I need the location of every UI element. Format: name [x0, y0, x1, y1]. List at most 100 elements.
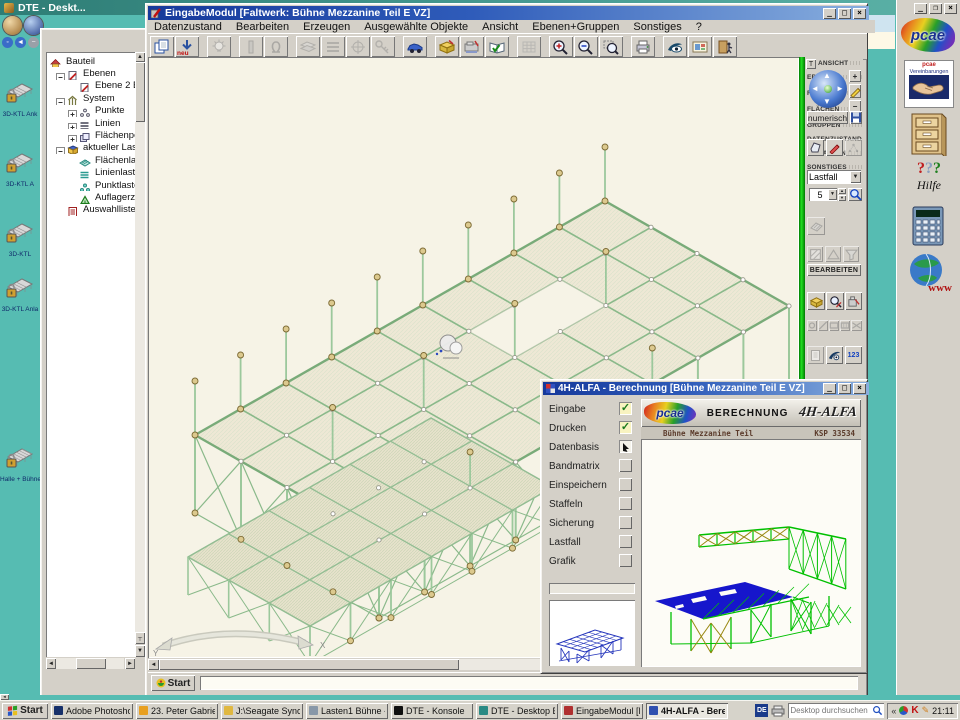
folie-spin-down-icon[interactable]: ▼ [838, 195, 846, 201]
menu-4[interactable]: Ausgewählte Objekte [364, 21, 468, 33]
sonstiges-ansicht-button[interactable] [826, 346, 843, 364]
tree-item-bauteil[interactable]: Bauteil [48, 55, 135, 67]
taskbar-task-1[interactable]: Adobe Photoshop CS3 E... [51, 703, 133, 719]
tree-expand-icon[interactable] [56, 69, 65, 78]
step-checkbox-eingabe[interactable]: ✓ [619, 402, 632, 415]
panel-pin-button[interactable]: T [806, 59, 816, 69]
tray-pencil-icon[interactable]: ✎ [922, 705, 930, 716]
beenden-icon[interactable] [713, 36, 737, 57]
sonstiges-nummern-button[interactable]: 123 [845, 346, 862, 364]
menu-5[interactable]: Ansicht [482, 21, 518, 33]
dte-close-button[interactable]: × [944, 3, 957, 14]
tree-hscroll-thumb[interactable] [76, 658, 106, 669]
pruefbuch-icon[interactable] [485, 36, 509, 57]
tree-expand-icon[interactable] [56, 143, 65, 152]
rotate-down-icon[interactable]: ▼ [823, 97, 831, 106]
fahrmodus-icon[interactable] [403, 36, 427, 57]
tree-scroll-split-button[interactable]: ┬ [135, 632, 145, 644]
em-titlebar[interactable]: EingabeModul [Faltwerk: Bühne Mezzanine … [148, 6, 869, 20]
dte-nav-back-icon[interactable]: ◄ [15, 37, 26, 48]
tree-view[interactable]: BauteilEbenenEbene 2 BühneSystemPunkteLi… [46, 52, 135, 657]
hilfe-icon[interactable]: ??? Hilfe [906, 160, 952, 202]
menu-1[interactable]: Datenzustand [154, 21, 222, 33]
alfa-minimize-button[interactable]: _ [823, 383, 836, 394]
menu-2[interactable]: Bearbeiten [236, 21, 289, 33]
tree-scroll-up-button[interactable]: ▲ [135, 52, 145, 62]
view-rotate-pad[interactable]: ▲ ▼ ◄ ► [809, 70, 847, 108]
desktop-icon-3[interactable]: 3D-KTL [0, 220, 40, 258]
taskbar-task-2[interactable]: 23. Peter Gabriel - Don't ... [136, 703, 218, 719]
tree-item-aktueller-lastfall[interactable]: aktueller Lastfall [48, 142, 135, 154]
desktop-icon-1[interactable]: 3D-KTL Ank [0, 80, 40, 118]
tree-item-ebenen[interactable]: Ebenen [48, 67, 135, 79]
datenzustand-check-button[interactable] [826, 292, 844, 310]
calculator-icon[interactable] [911, 206, 945, 246]
tree-item-punktlasten[interactable]: Punktlasten [48, 179, 135, 191]
rotate-center-dot[interactable] [824, 85, 832, 93]
zoom-plus-button[interactable]: + [849, 70, 861, 82]
canvas-scroll-left-button[interactable]: ◄ [148, 659, 159, 670]
step-checkbox-grafik[interactable] [619, 554, 632, 567]
datenzustand-kopieren-icon[interactable] [150, 36, 174, 57]
step-checkbox-bandmatrix[interactable] [619, 459, 632, 472]
datenzustand-open-button[interactable] [807, 292, 825, 310]
search-magnifier-icon[interactable] [872, 705, 883, 716]
ebene-polygon-button[interactable] [807, 139, 824, 156]
tree-item-linien[interactable]: Linien [48, 117, 135, 129]
dte-nav-stop-icon[interactable]: − [28, 37, 39, 48]
printer-tray-icon[interactable] [771, 705, 785, 717]
tray-expand-icon[interactable]: « [891, 706, 896, 716]
dte-minimize-button[interactable]: _ [914, 3, 927, 14]
tree-scroll-thumb[interactable] [135, 62, 145, 122]
dte-list-row-cream[interactable] [868, 32, 895, 49]
tree-item-fl-chenpositione[interactable]: Flächenpositione [48, 129, 135, 141]
zoom-window-icon[interactable] [599, 36, 623, 57]
folie-dropdown[interactable]: Lastfall ▼ [807, 170, 861, 184]
archive-cabinet-icon[interactable] [908, 112, 948, 156]
em-maximize-button[interactable]: □ [838, 8, 851, 19]
katalog-icon[interactable] [688, 36, 712, 57]
tree-expand-icon[interactable] [56, 94, 65, 103]
tree-item-ebene-2-b-hne[interactable]: Ebene 2 Bühne [48, 80, 135, 92]
tree-item-auflagerzwangsv[interactable]: Auflagerzwangsv [48, 191, 135, 203]
menu-3[interactable]: Erzeugen [303, 21, 350, 33]
drucken-icon[interactable] [631, 36, 655, 57]
folie-spinner[interactable]: ▲ ▼ [838, 188, 846, 201]
tree-expand-icon[interactable] [68, 119, 77, 128]
gruppen-bearbeiten-button[interactable]: BEARBEITEN [807, 264, 861, 276]
folie-search-button[interactable] [848, 188, 862, 201]
tree-item-linienlasten[interactable]: Linienlasten [48, 167, 135, 179]
taskbar-task-6[interactable]: DTE - Desktop Engineeri... [476, 703, 558, 719]
tree-scroll-right-button[interactable]: ► [125, 658, 135, 669]
taskbar-task-7[interactable]: EingabeModul [Faltwerk:... [561, 703, 643, 719]
rotate-up-icon[interactable]: ▲ [823, 71, 831, 80]
tree-item-fl-chenlasten[interactable]: Flächenlasten [48, 154, 135, 166]
em-start-button[interactable]: Start [151, 675, 195, 691]
tray-clock[interactable]: 21:11 [932, 706, 954, 716]
dte-nav-search-icon[interactable]: ◦ [2, 37, 13, 48]
rotate-right-icon[interactable]: ► [836, 84, 844, 93]
em-close-button[interactable]: × [853, 8, 866, 19]
tree-scroll-left-button[interactable]: ◄ [46, 658, 56, 669]
pcae-vereinbarungen-icon[interactable]: pcae Vereinbarungen [904, 60, 954, 108]
zoom-in-icon[interactable] [549, 36, 573, 57]
pcae-logo[interactable]: pcae [901, 18, 955, 52]
save-view-button[interactable] [850, 111, 862, 124]
em-status-field[interactable] [200, 676, 858, 690]
folie-dropdown-arrow-icon[interactable]: ▼ [850, 171, 861, 183]
neu-icon[interactable]: neu [175, 36, 199, 57]
tree-item-punkte[interactable]: Punkte [48, 105, 135, 117]
taskbar-task-3[interactable]: J:\Seagate Sync\SyncRe... [221, 703, 303, 719]
tray-k-icon[interactable]: K [911, 705, 918, 716]
desktop-icon-2[interactable]: 3D-KTL A [0, 150, 40, 188]
tree-vscrollbar[interactable]: ▲ ┬ ▼ [135, 52, 145, 657]
lastkatalog-icon[interactable] [435, 36, 459, 57]
tray-color-ball-icon[interactable] [899, 706, 908, 715]
em-minimize-button[interactable]: _ [823, 8, 836, 19]
alfa-titlebar[interactable]: 4H-ALFA - Berechnung [Bühne Mezzanine Te… [543, 382, 869, 395]
folie-number-arrow-icon[interactable]: ▼ [828, 189, 837, 200]
tree-scroll-down-button[interactable]: ▼ [135, 645, 145, 657]
dte-restore-button[interactable]: ❐ [929, 3, 942, 14]
step-checkbox-drucken[interactable]: ✓ [619, 421, 632, 434]
step-checkbox-staffeln[interactable] [619, 497, 632, 510]
